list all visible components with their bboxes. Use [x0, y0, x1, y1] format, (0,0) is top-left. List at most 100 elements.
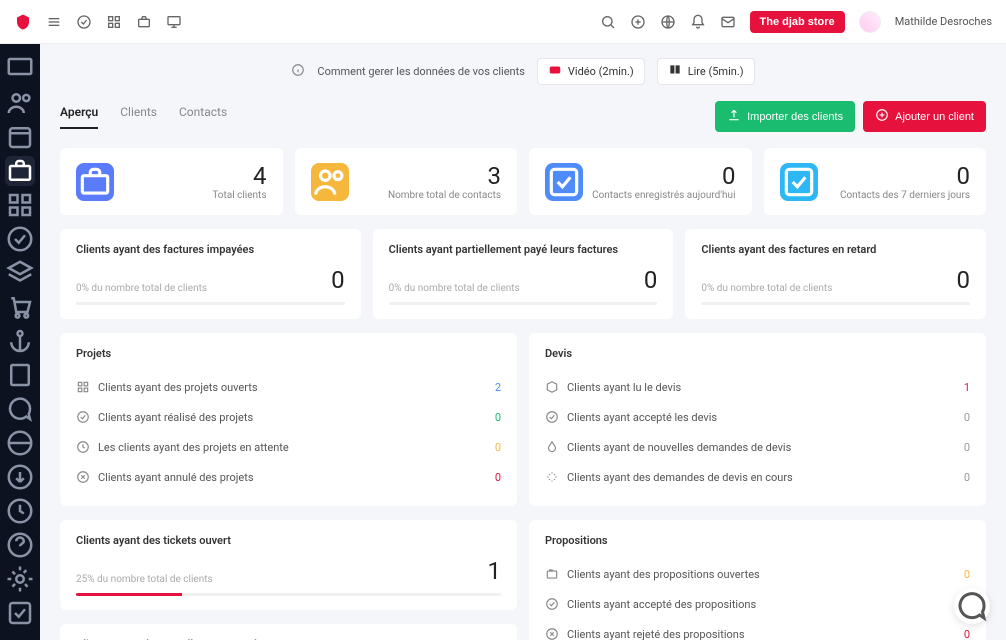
sidebar-help[interactable] [5, 530, 35, 560]
two-col: Projets Clients ayant des projets ouvert… [60, 333, 986, 640]
list-item[interactable]: Clients ayant des demandes de devis en c… [545, 462, 970, 492]
panel-title: Projets [76, 347, 501, 360]
grid-icon[interactable] [106, 14, 122, 30]
progress-bar [701, 302, 970, 305]
upload-icon [727, 108, 741, 125]
card-commandes: Clients ayant de nouvelles commandes 25%… [60, 624, 517, 640]
row-value: 0 [964, 568, 970, 581]
menu-icon[interactable] [46, 14, 62, 30]
list-item[interactable]: Clients ayant lu le devis1 [545, 372, 970, 402]
book-icon [668, 63, 682, 80]
topbar-left [46, 14, 182, 30]
right-col: Devis Clients ayant lu le devis1 Clients… [529, 333, 986, 640]
list-item[interactable]: Les clients ayant des projets en attente… [76, 432, 501, 462]
sidebar-globe[interactable] [5, 428, 35, 458]
sidebar-layers[interactable] [5, 258, 35, 288]
layout: Comment gerer les données de vos clients… [0, 44, 1006, 640]
row-value: 2 [495, 381, 501, 394]
row-label: Clients ayant des demandes de devis en c… [567, 471, 793, 484]
sidebar-book[interactable] [5, 360, 35, 390]
plus-icon [875, 108, 889, 125]
card-value: 0 [331, 266, 345, 294]
row-label: Clients ayant accepté les devis [567, 411, 717, 424]
chat-fab[interactable] [954, 588, 990, 624]
list-item[interactable]: Clients ayant réalisé des projets0 [76, 402, 501, 432]
mail-icon[interactable] [720, 14, 736, 30]
check-circle-icon [545, 597, 559, 611]
list-item[interactable]: Clients ayant accepté les devis0 [545, 402, 970, 432]
card-value: 0 [644, 266, 658, 294]
panel-title: Devis [545, 347, 970, 360]
info-icon [291, 63, 305, 80]
card-sub: 0% du nombre total de clients [389, 283, 520, 294]
sidebar-settings[interactable] [5, 564, 35, 594]
row-value: 0 [495, 471, 501, 484]
progress-bar [389, 302, 658, 305]
video-icon [548, 63, 562, 80]
sidebar-clients[interactable] [5, 156, 35, 186]
drop-icon [545, 440, 559, 454]
globe-icon[interactable] [660, 14, 676, 30]
sidebar-arrow[interactable] [5, 462, 35, 492]
list-item[interactable]: Clients ayant des propositions ouvertes0 [545, 559, 970, 589]
briefcase-icon[interactable] [136, 14, 152, 30]
monitor-icon[interactable] [166, 14, 182, 30]
panel-propositions: Propositions Clients ayant des propositi… [529, 520, 986, 640]
card-sub: 25% du nombre total de clients [76, 574, 213, 585]
logo-icon [14, 13, 32, 31]
sidebar-tasks[interactable] [5, 224, 35, 254]
page-actions: Importer des clients Ajouter un client [715, 101, 986, 132]
tab-overview[interactable]: Aperçu [60, 105, 98, 129]
import-button[interactable]: Importer des clients [715, 101, 855, 132]
row-label: Clients ayant rejeté des propositions [567, 628, 745, 640]
list-item[interactable]: Clients ayant de nouvelles demandes de d… [545, 432, 970, 462]
folder-icon [545, 567, 559, 581]
plus-circle-icon[interactable] [630, 14, 646, 30]
main: Comment gerer les données de vos clients… [40, 44, 1006, 640]
notice-text: Comment gerer les données de vos clients [317, 65, 524, 78]
sidebar-cart[interactable] [5, 292, 35, 322]
list-item[interactable]: Clients ayant accepté des propositions0 [545, 589, 970, 619]
store-button[interactable]: The djab store [750, 11, 845, 33]
sidebar [0, 44, 40, 640]
card-title: Clients ayant des factures impayées [76, 243, 345, 256]
briefcase-icon [76, 163, 114, 201]
cube-icon [545, 380, 559, 394]
sidebar-clock[interactable] [5, 496, 35, 526]
list-item[interactable]: Clients ayant rejeté des propositions 0 [545, 619, 970, 640]
read-pill[interactable]: Lire (5min.) [657, 58, 755, 85]
row-value: 0 [495, 411, 501, 424]
check-circle-icon [76, 410, 90, 424]
sidebar-anchor[interactable] [5, 326, 35, 356]
avatar[interactable] [859, 11, 881, 33]
list-item[interactable]: Clients ayant annulé des projets 0 [76, 462, 501, 492]
check-circle-icon[interactable] [76, 14, 92, 30]
row-value: 0 [964, 628, 970, 640]
card-title: Clients ayant des factures en retard [701, 243, 970, 256]
tab-clients[interactable]: Clients [120, 105, 157, 129]
sidebar-users[interactable] [5, 88, 35, 118]
sidebar-calendar[interactable] [5, 122, 35, 152]
sidebar-checkbox[interactable] [5, 598, 35, 628]
video-pill[interactable]: Vidéo (2min.) [537, 58, 645, 85]
card-value: 0 [957, 266, 971, 294]
add-client-button[interactable]: Ajouter un client [863, 101, 986, 132]
stat-value: 0 [840, 162, 970, 190]
row-label: Clients ayant accepté des propositions [567, 598, 756, 611]
sidebar-dashboard[interactable] [5, 54, 35, 84]
sidebar-apps[interactable] [5, 190, 35, 220]
stat-value: 0 [592, 162, 735, 190]
stat-total-clients: 4Total clients [60, 148, 283, 215]
row-label: Clients ayant annulé des projets [98, 471, 254, 484]
row-value: 0 [495, 441, 501, 454]
row-label: Les clients ayant des projets en attente [98, 441, 289, 454]
sidebar-chat[interactable] [5, 394, 35, 424]
bell-icon[interactable] [690, 14, 706, 30]
list-item[interactable]: Clients ayant des projets ouverts2 [76, 372, 501, 402]
check-circle-icon [545, 410, 559, 424]
topbar-right: The djab store Mathilde Desroches [600, 11, 993, 33]
tab-contacts[interactable]: Contacts [179, 105, 227, 129]
spinner-icon [545, 470, 559, 484]
search-icon[interactable] [600, 14, 616, 30]
read-label: Lire (5min.) [688, 65, 744, 78]
